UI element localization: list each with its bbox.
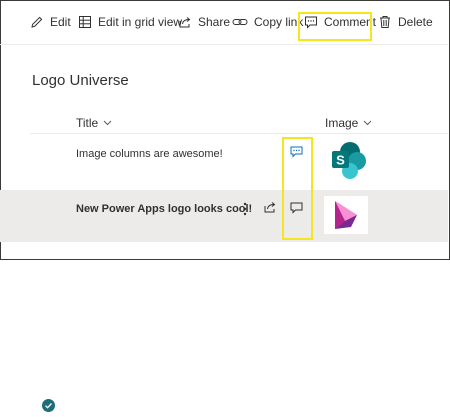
row-title: Image columns are awesome! — [76, 148, 223, 160]
list-title: Logo Universe — [32, 72, 129, 89]
checkmark-icon — [45, 403, 52, 409]
column-header-image-label: Image — [325, 116, 359, 130]
list-row-selected[interactable]: New Power Apps logo looks cool! — [0, 190, 448, 412]
pencil-icon — [31, 16, 43, 28]
column-header-title[interactable]: Title — [76, 116, 112, 130]
comment-highlight-box — [298, 12, 372, 41]
column-header-image[interactable]: Image — [325, 116, 372, 130]
row-selected-checkmark[interactable] — [42, 399, 55, 412]
copy-link-label: Copy link — [254, 15, 304, 29]
comment-column-highlight-box — [282, 137, 313, 240]
command-bar: Edit Edit in grid view Share Copy link C… — [0, 0, 448, 45]
edit-button[interactable]: Edit — [30, 12, 71, 32]
link-icon — [232, 19, 248, 25]
share-button[interactable]: Share — [178, 12, 230, 32]
more-vertical-icon[interactable] — [242, 201, 248, 217]
column-header-title-label: Title — [76, 116, 99, 130]
sharepoint-logo-image: S — [332, 142, 366, 179]
chevron-down-icon — [103, 120, 112, 126]
delete-button[interactable]: Delete — [378, 12, 433, 32]
power-apps-logo-image — [324, 196, 368, 234]
chevron-down-icon — [364, 120, 372, 126]
copy-link-button[interactable]: Copy link — [232, 12, 303, 32]
edit-label: Edit — [50, 15, 71, 29]
svg-text:S: S — [336, 153, 345, 168]
share-label: Share — [198, 15, 231, 29]
trash-icon — [380, 16, 390, 28]
power-apps-logo-icon — [335, 201, 357, 229]
edit-grid-view-button[interactable]: Edit in grid view — [78, 12, 182, 32]
grid-icon — [79, 16, 91, 28]
edit-grid-label: Edit in grid view — [98, 15, 183, 29]
share-icon — [179, 17, 191, 28]
delete-label: Delete — [398, 15, 433, 29]
header-divider — [30, 133, 448, 134]
row-title: New Power Apps logo looks cool! — [76, 203, 253, 215]
share-icon[interactable] — [263, 200, 277, 214]
